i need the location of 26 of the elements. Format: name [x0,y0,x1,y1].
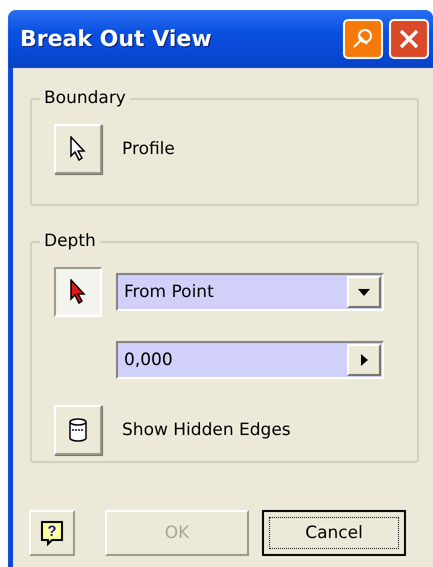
value-menu-button[interactable] [347,344,381,376]
help-glyph: ? [47,523,58,541]
close-icon [398,28,420,50]
depth-value-field[interactable]: 0,000 [116,341,384,379]
dropdown-button[interactable] [347,276,381,308]
window-title: Break Out View [20,26,213,52]
select-point-button[interactable] [54,267,102,317]
close-button[interactable] [389,19,429,59]
pin-button[interactable] [343,19,383,59]
pointer-icon [69,136,87,162]
profile-label: Profile [122,139,175,159]
select-profile-button[interactable] [54,124,102,174]
depth-method-dropdown[interactable]: From Point [116,273,384,311]
pointer-icon [69,279,87,305]
dropdown-value: From Point [123,282,215,302]
field-value: 0,000 [123,350,174,370]
caret-right-icon [360,354,368,366]
group-title: Boundary [40,88,130,108]
help-button[interactable]: ? [29,510,76,556]
hidden-edges-label: Show Hidden Edges [122,420,291,440]
cylinder-icon [69,418,87,442]
dialog-button[interactable]: Cancel [262,510,406,556]
speech-bubble-icon [40,520,64,546]
group-title: Depth [40,231,100,251]
hidden-edges-button[interactable] [54,405,102,455]
caret-down-icon [358,288,370,296]
